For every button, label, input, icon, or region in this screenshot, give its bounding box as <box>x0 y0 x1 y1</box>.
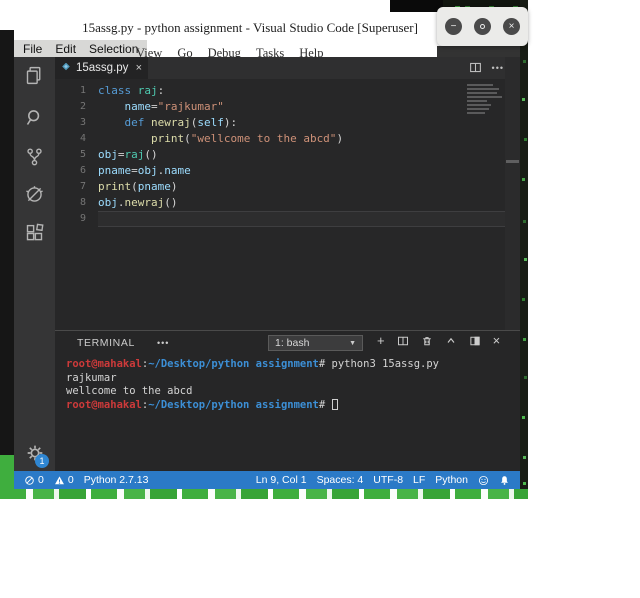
indentation[interactable]: Spaces: 4 <box>317 474 364 486</box>
screen: 15assg.py - python assignment - Visual S… <box>0 0 640 598</box>
line-number: 8 <box>79 197 86 208</box>
editor-scrollbar[interactable] <box>505 57 520 330</box>
line-number: 2 <box>79 101 86 112</box>
terminal-line: rajkumar <box>66 371 117 384</box>
encoding[interactable]: UTF-8 <box>373 474 403 486</box>
warning-icon <box>54 475 64 484</box>
code-line[interactable]: 7 print(pname) <box>69 179 513 195</box>
desktop-top-bar <box>390 0 443 12</box>
code-line[interactable]: 4 print("wellcome to the abcd") <box>69 131 513 147</box>
new-terminal-icon[interactable]: + <box>377 334 385 347</box>
status-bar: 0 0 Python 2.7.13 Ln 9, Col 1 Spaces: 4 … <box>14 471 520 489</box>
extensions-icon[interactable] <box>24 223 45 244</box>
source-control-icon[interactable] <box>24 146 45 167</box>
line-number: 3 <box>79 117 86 128</box>
line-number: 6 <box>79 165 86 176</box>
terminal-panel: TERMINAL ••• 1: bash ▼ + × root@mahakal:… <box>55 330 520 471</box>
menu-tasks[interactable]: Tasks <box>256 46 284 60</box>
tab-15assg-py[interactable]: 15assg.py × <box>55 57 148 79</box>
desktop-taskbar-fragment <box>0 489 528 499</box>
python-file-icon <box>62 63 70 71</box>
split-terminal-icon[interactable] <box>397 335 409 347</box>
problems-errors[interactable]: 0 <box>24 474 44 486</box>
collapse-panel-icon[interactable] <box>445 335 457 347</box>
explorer-icon[interactable] <box>24 65 45 86</box>
terminal-actions: + × <box>377 334 501 347</box>
terminal-header: TERMINAL ••• 1: bash ▼ + × <box>55 331 520 355</box>
chevron-down-icon: ▼ <box>349 339 356 347</box>
terminal-line: root@mahakal:~/Desktop/python assignment… <box>66 358 439 370</box>
menu-bar-left: File Edit Selection <box>14 40 148 57</box>
minimap[interactable] <box>467 84 505 116</box>
maximize-panel-icon[interactable] <box>469 335 481 347</box>
menu-file[interactable]: File <box>23 42 42 56</box>
terminal-shell-select[interactable]: 1: bash ▼ <box>268 335 363 351</box>
menu-help[interactable]: Help <box>299 46 323 60</box>
tab-close-icon[interactable]: × <box>136 62 142 74</box>
code-line[interactable]: 8 obj.newraj() <box>69 195 513 211</box>
line-number: 9 <box>79 213 86 224</box>
status-right: Ln 9, Col 1 Spaces: 4 UTF-8 LF Python <box>256 474 510 486</box>
terminal-lines[interactable]: root@mahakal:~/Desktop/python assignment… <box>66 358 511 412</box>
search-icon[interactable] <box>24 107 45 128</box>
eol-sequence[interactable]: LF <box>413 474 425 486</box>
debug-icon[interactable] <box>24 184 45 205</box>
code-line[interactable]: 2 name="rajkumar" <box>69 99 513 115</box>
split-editor-icon[interactable] <box>469 61 482 74</box>
activity-bar: 1 <box>14 57 55 471</box>
menu-selection[interactable]: Selection <box>89 42 138 56</box>
editor-tab-bar: 15assg.py × ••• <box>55 57 520 79</box>
menu-edit[interactable]: Edit <box>55 42 76 56</box>
code-lines: 1 class raj: 2 name="rajkumar" 3 def newraj… <box>69 83 513 227</box>
line-number: 1 <box>79 85 86 96</box>
problems-warnings[interactable]: 0 <box>54 474 74 486</box>
terminal-cursor <box>331 398 338 410</box>
editor-area: 15assg.py × ••• 1 class raj: 2 name="rajku… <box>55 57 520 330</box>
terminal-line: root@mahakal:~/Desktop/python assignment… <box>66 398 511 413</box>
close-panel-icon[interactable]: × <box>493 334 501 347</box>
minimize-button[interactable]: − <box>445 18 462 35</box>
editor-actions: ••• <box>469 61 504 74</box>
close-button[interactable]: × <box>503 18 520 35</box>
window-controls: − × <box>437 7 528 46</box>
kill-terminal-icon[interactable] <box>421 335 433 347</box>
window-title: 15assg.py - python assignment - Visual S… <box>82 20 418 35</box>
language-mode[interactable]: Python <box>435 474 468 486</box>
menu-bar-right: View Go Debug Tasks Help <box>136 46 436 60</box>
menu-debug[interactable]: Debug <box>208 46 241 60</box>
status-left: 0 0 Python 2.7.13 <box>24 474 149 486</box>
shell-select-value: 1: bash <box>275 337 310 349</box>
close-icon: × <box>508 20 515 32</box>
code-line[interactable]: 5 obj=raj() <box>69 147 513 163</box>
menu-go[interactable]: Go <box>177 46 192 60</box>
cursor-position[interactable]: Ln 9, Col 1 <box>256 474 307 486</box>
code-line[interactable]: 9 <box>69 211 513 227</box>
minimize-icon: − <box>450 20 457 32</box>
vscode-window: 1 15assg.py × ••• 1 class raj: 2 name="r… <box>14 57 520 489</box>
terminal-more-icon[interactable]: ••• <box>157 338 169 348</box>
terminal-line: wellcome to the abcd <box>66 385 193 397</box>
error-icon <box>25 475 34 485</box>
desktop-left-strip <box>0 30 14 455</box>
code-line[interactable]: 6 pname=obj.name <box>69 163 513 179</box>
maximize-icon <box>480 24 485 29</box>
terminal-tab-label[interactable]: TERMINAL <box>77 337 135 349</box>
python-interpreter[interactable]: Python 2.7.13 <box>84 474 149 486</box>
code-line[interactable]: 3 def newraj(self): <box>69 115 513 131</box>
notifications-bell-icon[interactable] <box>499 475 510 486</box>
line-number: 5 <box>79 149 86 160</box>
code-line[interactable]: 1 class raj: <box>69 83 513 99</box>
line-number: 7 <box>79 181 86 192</box>
window-chrome-fragment <box>437 46 520 57</box>
settings-badge: 1 <box>35 454 49 468</box>
scrollbar-thumb[interactable] <box>506 160 519 163</box>
line-number: 4 <box>79 133 86 144</box>
feedback-smiley-icon[interactable] <box>478 475 489 486</box>
maximize-button[interactable] <box>474 18 491 35</box>
more-actions-icon[interactable]: ••• <box>492 63 504 73</box>
tab-label: 15assg.py <box>76 62 129 74</box>
background-matrix-strip <box>520 0 528 497</box>
menu-view[interactable]: View <box>136 46 162 60</box>
